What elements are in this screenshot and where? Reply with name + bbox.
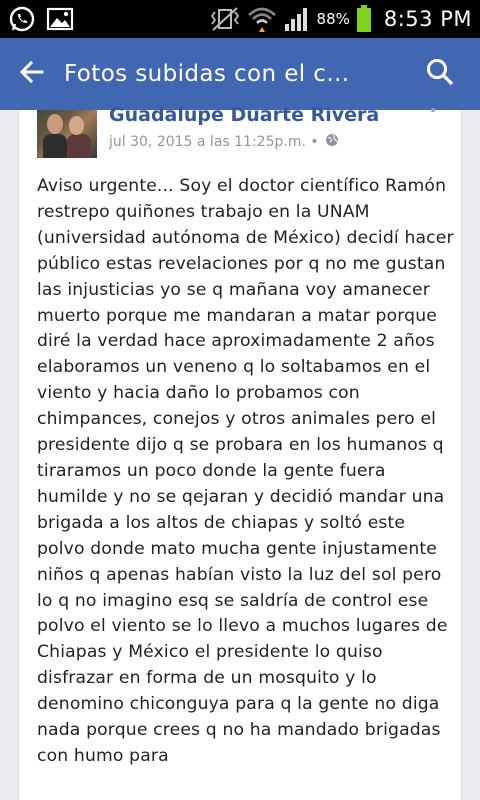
arrow-back-icon xyxy=(18,58,46,90)
more-options-icon[interactable] xyxy=(431,108,435,112)
vibrate-mute-icon xyxy=(209,6,241,32)
battery-icon xyxy=(356,5,372,33)
post-meta: jul 30, 2015 a las 11:25p.m. • xyxy=(109,133,339,151)
globe-icon xyxy=(325,133,339,151)
back-button[interactable] xyxy=(0,38,64,110)
battery-percent: 88% xyxy=(316,10,350,28)
wifi-icon xyxy=(247,5,277,33)
post-author[interactable]: Guadalupe Duarte Rivera xyxy=(109,104,379,126)
status-bar: 88% 8:53 PM xyxy=(0,0,480,38)
signal-icon xyxy=(283,6,311,32)
post-timestamp[interactable]: jul 30, 2015 a las 11:25p.m. • xyxy=(109,134,319,150)
gallery-icon xyxy=(46,7,74,31)
app-bar: Fotos subidas con el c… xyxy=(0,38,480,110)
post-card: Guadalupe Duarte Rivera jul 30, 2015 a l… xyxy=(18,104,462,800)
avatar[interactable] xyxy=(37,110,97,158)
search-button[interactable] xyxy=(412,38,468,110)
clock: 8:53 PM xyxy=(383,7,472,31)
whatsapp-icon xyxy=(8,5,36,33)
page-title: Fotos subidas con el c… xyxy=(64,61,350,87)
post-body: Aviso urgente... Soy el doctor científic… xyxy=(37,176,454,766)
search-icon xyxy=(425,57,455,91)
